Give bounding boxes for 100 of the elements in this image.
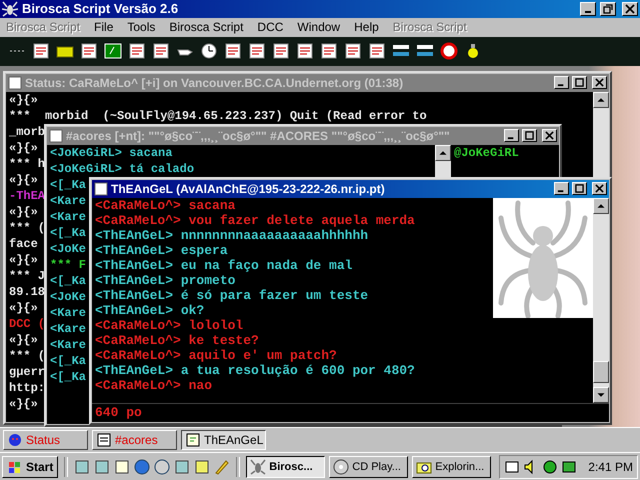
close-button[interactable] [592,182,607,196]
chat-line: <Kare [50,320,86,337]
chat-line: <ThEAnGeL> a tua resolução é 600 por 480? [95,362,415,378]
log-line: «}{» [9,92,38,108]
pencil-icon[interactable] [214,458,230,475]
chat-line: <Kare [50,336,86,353]
log-line: *** ( [9,348,46,364]
minimize-button[interactable] [554,76,569,90]
menu-item[interactable]: Window [297,20,340,34]
log-line: «}{» [9,396,38,412]
chat-line: <JoKe [50,288,86,305]
list-icon[interactable] [32,42,50,60]
chat-line: <ThEAnGeL> eu na faço nada de mal [95,258,352,273]
message-input[interactable]: 640 po [92,402,609,422]
close-button[interactable] [542,129,557,142]
log-line: *** ( [9,220,46,236]
chat-line: <CaRaMeLo^> sacana [95,198,236,213]
chat-line: <CaRaMeLo^> vou fazer delete aquela merda [95,212,415,228]
window-switch-button[interactable]: ThEAnGeL [181,430,266,450]
scroll-up-icon[interactable] [593,198,609,214]
scroll-up-icon[interactable] [435,144,451,161]
window-title: #acores [+nt]: ""°ø§co¨¨,,,¸¸¨oc§ø°"" #ACORES ""°ø§co¨¨,,,¸¸¨oc§ø°"" [66,128,450,143]
document-icon[interactable] [224,42,242,60]
close-button[interactable] [622,2,638,16]
chat-line: <CaRaMeLo^> lololol [95,318,244,333]
window-icon [49,128,63,143]
taskbar-button[interactable]: Explorin... [412,456,492,478]
chat-line: <ThEAnGeL> ok? [95,302,204,318]
minimize-icon [585,10,591,13]
scroll-down-icon[interactable] [593,386,609,403]
chat-line: <ThEAnGeL> nnnnnnnnaaaaaaaaaahhhhhh [95,228,368,243]
menu-item[interactable]: Birosca Script [169,20,244,34]
maximize-button[interactable] [522,129,537,142]
scrollbar[interactable] [593,198,609,403]
restore-button[interactable] [600,2,616,16]
taskbar-button[interactable]: Birosc... [246,456,326,478]
clock-icon[interactable] [200,42,218,60]
log-line: «}{» [9,140,38,156]
document-icon[interactable] [296,42,314,60]
maximize-button[interactable] [572,182,587,196]
document-icon[interactable] [80,42,98,60]
chat-line: <CaRaMeLo^> ke teste? [95,332,259,348]
lifebuoy-icon[interactable] [440,42,458,60]
window-title: ThEAnGeL (AvAlAnChE@195-23-222-26.nr.ip.pt) [111,182,385,196]
app-title: Birosca Script Versão 2.6 [22,1,178,16]
scroll-up-icon[interactable] [593,92,609,108]
chat-line: <[_Ka [50,352,86,369]
menu-item[interactable]: File [94,20,114,34]
nick-item[interactable]: @JoKeGiRL [451,144,519,161]
close-icon [595,78,604,88]
document-icon[interactable] [152,42,170,60]
window-icon [94,182,108,196]
menu-item[interactable]: DCC [257,20,284,34]
chat-line: <ThEAnGeL> espera [95,242,228,258]
spider-icon [250,458,266,475]
document-icon[interactable] [272,42,290,60]
document-icon[interactable] [128,42,146,60]
taskbar-button[interactable]: CD Play... [329,456,408,478]
minimize-button[interactable] [580,2,596,16]
log-line: «}{» [9,204,38,220]
window-icon [8,76,22,90]
menu-item[interactable]: Tools [127,20,156,34]
log-line: DCC ( [9,316,46,332]
minimize-button[interactable] [554,182,569,196]
start-button[interactable]: Start [2,456,58,478]
log-line: http: [9,380,46,396]
close-icon [595,184,604,194]
document-icon[interactable] [320,42,338,60]
close-button[interactable] [592,76,607,90]
log-line: «}{» [9,252,38,268]
scroll-thumb[interactable] [593,360,609,383]
log-line: *** h [9,156,46,172]
menu-item[interactable]: Help [354,20,379,34]
close-icon [625,4,635,14]
window-icon[interactable] [504,458,520,475]
log-line: 89.18 [9,284,46,300]
terminal-icon[interactable] [104,42,122,60]
restore-icon [603,4,613,14]
chat-line: <[_Ka [50,176,86,193]
log-line: *** J [9,268,46,284]
log-line: *** morbid (~SoulFly@194.65.223.237) Quit (Read error to [9,108,427,124]
chat-line: <Kare [50,208,86,225]
log-line: «}{» [9,300,38,316]
minimize-button[interactable] [504,129,519,142]
clock: 2:41 PM [588,460,633,474]
maximize-icon [575,184,584,194]
chat-line: <Kare [50,304,86,321]
log-line: face [9,236,38,252]
document-icon[interactable] [344,42,362,60]
maximize-button[interactable] [572,76,587,90]
chat-line: *** F [50,256,86,273]
chat-line: <[_Ka [50,224,86,241]
log-line: -ThEA [9,188,46,204]
face-icon [8,433,22,448]
chat-line: <Kare [50,192,86,209]
maximize-icon [525,131,534,140]
window-title: Status: CaRaMeLo^ [+i] on Vancouver.BC.CA.Undernet.org (01:38) [25,76,404,90]
document-icon[interactable] [248,42,266,60]
chat-line: <JoKeGiRL> tá calado [50,160,194,177]
document-icon[interactable] [368,42,386,60]
